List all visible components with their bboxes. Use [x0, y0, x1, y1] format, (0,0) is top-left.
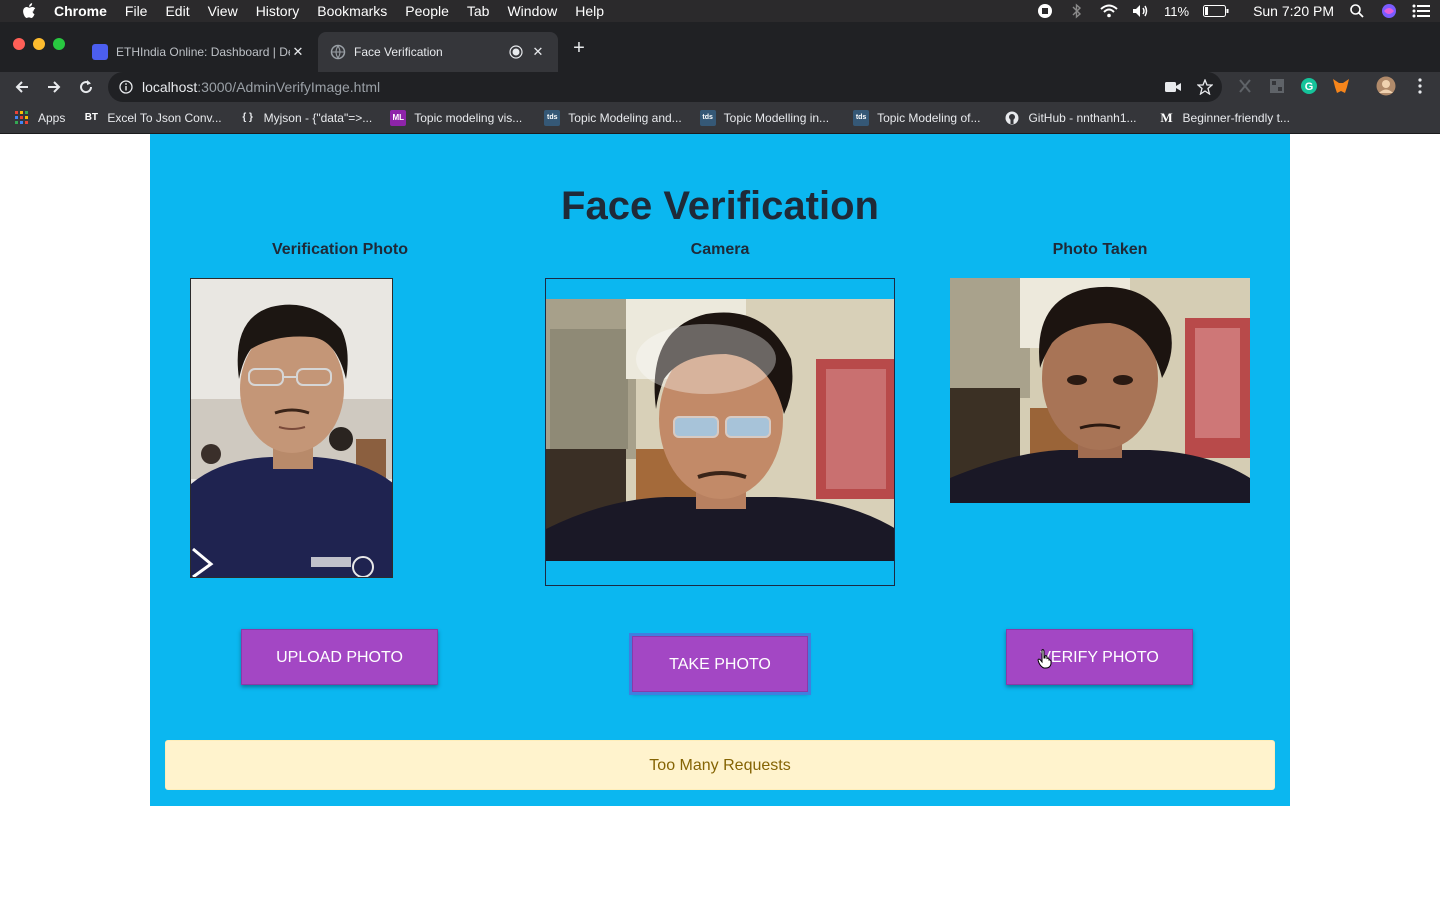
site-info-icon[interactable]: [118, 79, 134, 95]
metamask-fox-icon[interactable]: [1329, 74, 1353, 98]
bookmark-label: Topic Modeling and...: [568, 110, 682, 125]
github-icon: [1004, 110, 1020, 126]
bookmark-label: Topic Modelling in...: [723, 110, 830, 125]
verification-photo: [190, 278, 393, 578]
menu-edit[interactable]: Edit: [165, 0, 189, 22]
reload-icon[interactable]: [73, 74, 99, 100]
take-photo-button[interactable]: TAKE PHOTO: [632, 636, 808, 692]
grammarly-icon[interactable]: G: [1297, 74, 1321, 98]
bookmark-excel-to-json[interactable]: BT Excel To Json Conv...: [83, 110, 222, 126]
verification-card: Face Verification Verification Photo Cam…: [150, 134, 1290, 806]
upload-photo-button[interactable]: UPLOAD PHOTO: [241, 629, 438, 685]
window-zoom-button[interactable]: [53, 38, 65, 50]
bookmark-label: Excel To Json Conv...: [107, 110, 222, 125]
menu-window[interactable]: Window: [507, 0, 557, 22]
macos-menu-bar: Chrome File Edit View History Bookmarks …: [0, 0, 1440, 22]
new-tab-plus-icon[interactable]: +: [568, 38, 590, 60]
back-arrow-icon[interactable]: [9, 74, 35, 100]
browser-tab-strip: ETHIndia Online: Dashboard | De ✕ Face V…: [0, 22, 1440, 72]
menubar-clock[interactable]: Sun 7:20 PM: [1253, 3, 1334, 19]
bt-icon: BT: [84, 112, 99, 123]
url-path: :3000/AdminVerifyImage.html: [197, 79, 381, 95]
window-close-button[interactable]: [13, 38, 25, 50]
bookmark-topic-modeling-and[interactable]: tds Topic Modeling and...: [544, 109, 682, 126]
window-minimize-button[interactable]: [33, 38, 45, 50]
address-bar[interactable]: localhost:3000/AdminVerifyImage.html: [108, 72, 1222, 102]
ethindia-favicon-icon: [92, 44, 108, 60]
bookmark-myjson[interactable]: { } Myjson - {"data"=>...: [240, 110, 373, 126]
medium-icon: M: [1160, 109, 1173, 125]
verify-photo-button[interactable]: VERIFY PHOTO: [1006, 629, 1193, 685]
bookmark-topic-modeling-of[interactable]: tds Topic Modeling of...: [853, 109, 981, 126]
tds-icon: tds: [699, 109, 716, 126]
apps-grid-icon: [14, 110, 30, 126]
tab-title: ETHIndia Online: Dashboard | De: [116, 45, 290, 59]
tab-title: Face Verification: [354, 45, 443, 59]
error-alert: Too Many Requests: [165, 740, 1275, 790]
tab-ethindia-dashboard[interactable]: ETHIndia Online: Dashboard | De ✕: [80, 32, 318, 72]
camera-in-use-icon[interactable]: [1162, 76, 1184, 98]
url-text[interactable]: localhost:3000/AdminVerifyImage.html: [142, 79, 380, 95]
bookmark-label: Beginner-friendly t...: [1182, 110, 1290, 125]
bookmark-topic-modeling-vis[interactable]: ML Topic modeling vis...: [390, 109, 523, 126]
bookmark-label: Topic Modeling of...: [877, 110, 981, 125]
page-favicon-icon: [330, 44, 346, 60]
svg-text:G: G: [1305, 81, 1314, 93]
verification-photo-label: Verification Photo: [271, 241, 408, 258]
menu-people[interactable]: People: [405, 0, 449, 22]
menu-bookmarks[interactable]: Bookmarks: [317, 0, 387, 22]
tab-face-verification[interactable]: Face Verification ✕: [318, 32, 558, 72]
bookmark-github[interactable]: GitHub - nnthanh1...: [1004, 110, 1137, 126]
menu-app-name[interactable]: Chrome: [54, 0, 107, 22]
bookmark-label: Apps: [38, 110, 66, 125]
battery-percent: 11%: [1164, 3, 1190, 19]
photo-taken: [950, 278, 1250, 503]
menu-view[interactable]: View: [208, 0, 238, 22]
bookmarks-bar: Apps BT Excel To Json Conv... { } Myjson…: [0, 102, 1440, 134]
extension-x-icon[interactable]: [1233, 74, 1257, 98]
bookmark-label: GitHub - nnthanh1...: [1028, 110, 1137, 125]
menu-tab[interactable]: Tab: [467, 0, 490, 22]
notification-center-icon[interactable]: [1412, 2, 1430, 20]
forward-arrow-icon[interactable]: [41, 74, 67, 100]
mouse-pointer-hand-icon: [1037, 649, 1053, 669]
camera-feed: [545, 278, 895, 586]
chrome-menu-kebab-icon[interactable]: [1408, 74, 1432, 98]
apple-icon[interactable]: [20, 2, 38, 20]
browser-toolbar: localhost:3000/AdminVerifyImage.html: [0, 72, 1440, 102]
bookmark-beginner-friendly[interactable]: M Beginner-friendly t...: [1159, 110, 1290, 126]
tds-icon: tds: [853, 109, 870, 126]
tds-icon: tds: [544, 109, 561, 126]
spotlight-search-icon[interactable]: [1348, 2, 1366, 20]
wifi-icon[interactable]: [1100, 2, 1118, 20]
menu-help[interactable]: Help: [575, 0, 604, 22]
extension-grid-icon[interactable]: [1265, 74, 1289, 98]
bookmark-apps[interactable]: Apps: [14, 110, 65, 126]
bookmark-label: Myjson - {"data"=>...: [263, 110, 373, 125]
photo-taken-label: Photo Taken: [1052, 241, 1148, 258]
volume-icon[interactable]: [1132, 2, 1150, 20]
battery-icon[interactable]: [1203, 2, 1229, 20]
bookmark-label: Topic modeling vis...: [414, 110, 523, 125]
siri-icon[interactable]: [1380, 2, 1398, 20]
braces-icon: { }: [242, 112, 253, 123]
profile-avatar[interactable]: [1374, 74, 1398, 98]
recording-indicator-icon: [508, 44, 524, 60]
page-title: Face Verification: [561, 184, 879, 228]
camera-label: Camera: [690, 241, 750, 258]
page-viewport: Face Verification Verification Photo Cam…: [0, 134, 1440, 900]
url-host: localhost: [142, 79, 198, 95]
bluetooth-icon[interactable]: [1068, 2, 1086, 20]
menu-file[interactable]: File: [125, 0, 148, 22]
menu-history[interactable]: History: [256, 0, 300, 22]
bookmark-topic-modelling-in[interactable]: tds Topic Modelling in...: [699, 109, 830, 126]
bookmark-star-icon[interactable]: [1194, 76, 1216, 98]
screen-record-icon[interactable]: [1036, 2, 1054, 20]
close-icon[interactable]: ✕: [530, 44, 546, 60]
ml-icon: ML: [390, 109, 407, 126]
close-icon[interactable]: ✕: [290, 44, 306, 60]
